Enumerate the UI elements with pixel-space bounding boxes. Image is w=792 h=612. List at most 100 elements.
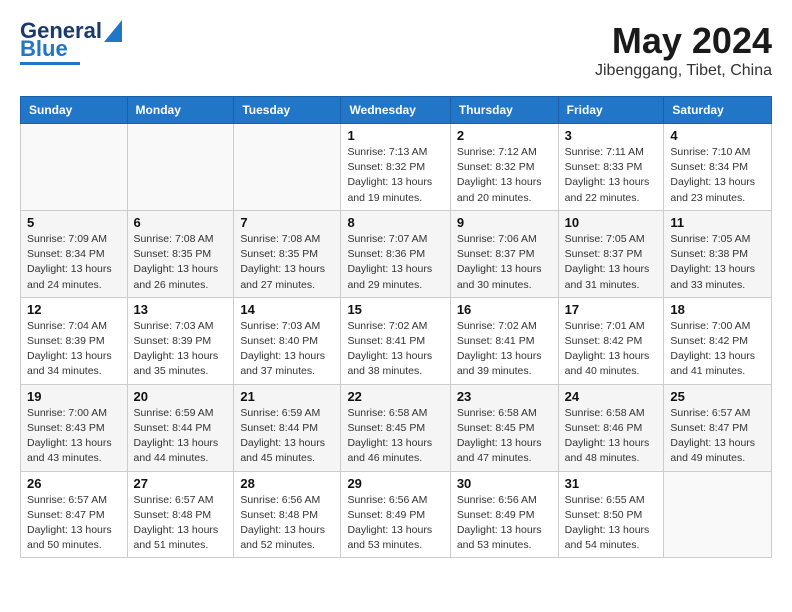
day-number: 26 <box>27 476 121 491</box>
day-number: 18 <box>670 302 765 317</box>
day-number: 25 <box>670 389 765 404</box>
calendar-cell: 9Sunrise: 7:06 AM Sunset: 8:37 PM Daylig… <box>450 210 558 297</box>
day-info: Sunrise: 7:11 AM Sunset: 8:33 PM Dayligh… <box>565 145 658 206</box>
calendar-cell: 18 Sunrise: 7:00 AM Sunset: 8:42 PM Dayli… <box>664 297 772 384</box>
calendar-cell: 11 Sunrise: 7:05 AM Sunset: 8:38 PM Dayli… <box>664 210 772 297</box>
calendar-cell: 25 Sunrise: 6:57 AM Sunset: 8:47 PM Dayli… <box>664 384 772 471</box>
day-info: Sunrise: 7:08 AM Sunset: 8:35 PM Dayligh… <box>240 232 334 293</box>
calendar-cell <box>664 471 772 558</box>
week-row-3: 12 Sunrise: 7:04 AM Sunset: 8:39 PM Dayli… <box>21 297 772 384</box>
day-info: Sunrise: 6:56 AM Sunset: 8:48 PM Dayligh… <box>240 493 334 554</box>
week-row-2: 5Sunrise: 7:09 AM Sunset: 8:34 PM Daylig… <box>21 210 772 297</box>
day-number: 12 <box>27 302 121 317</box>
calendar-cell <box>234 124 341 211</box>
day-number: 13 <box>134 302 228 317</box>
day-number: 16 <box>457 302 552 317</box>
day-number: 29 <box>347 476 443 491</box>
calendar-cell: 31Sunrise: 6:55 AM Sunset: 8:50 PM Dayli… <box>558 471 664 558</box>
day-number: 2 <box>457 128 552 143</box>
day-header-monday: Monday <box>127 97 234 124</box>
week-row-4: 19 Sunrise: 7:00 AM Sunset: 8:43 PM Dayli… <box>21 384 772 471</box>
calendar-cell: 5Sunrise: 7:09 AM Sunset: 8:34 PM Daylig… <box>21 210 128 297</box>
day-info: Sunrise: 7:09 AM Sunset: 8:34 PM Dayligh… <box>27 232 121 293</box>
day-number: 20 <box>134 389 228 404</box>
day-info: Sunrise: 6:58 AM Sunset: 8:45 PM Dayligh… <box>457 406 552 467</box>
day-header-saturday: Saturday <box>664 97 772 124</box>
day-info: Sunrise: 6:57 AM Sunset: 8:47 PM Dayligh… <box>670 406 765 467</box>
day-info: Sunrise: 6:59 AM Sunset: 8:44 PM Dayligh… <box>240 406 334 467</box>
day-number: 1 <box>347 128 443 143</box>
calendar-cell: 16 Sunrise: 7:02 AM Sunset: 8:41 PM Dayli… <box>450 297 558 384</box>
day-number: 10 <box>565 215 658 230</box>
calendar-cell: 30 Sunrise: 6:56 AM Sunset: 8:49 PM Dayli… <box>450 471 558 558</box>
calendar-cell: 8Sunrise: 7:07 AM Sunset: 8:36 PM Daylig… <box>341 210 450 297</box>
week-row-5: 26 Sunrise: 6:57 AM Sunset: 8:47 PM Dayli… <box>21 471 772 558</box>
day-info: Sunrise: 6:57 AM Sunset: 8:47 PM Dayligh… <box>27 493 121 554</box>
day-info: Sunrise: 6:58 AM Sunset: 8:45 PM Dayligh… <box>347 406 443 467</box>
calendar-cell: 13Sunrise: 7:03 AM Sunset: 8:39 PM Dayli… <box>127 297 234 384</box>
day-number: 27 <box>134 476 228 491</box>
logo-underline <box>20 62 80 65</box>
day-info: Sunrise: 7:12 AM Sunset: 8:32 PM Dayligh… <box>457 145 552 206</box>
calendar-cell: 22 Sunrise: 6:58 AM Sunset: 8:45 PM Dayli… <box>341 384 450 471</box>
day-number: 30 <box>457 476 552 491</box>
header: General Blue May 2024 Jibenggang, Tibet,… <box>20 20 772 80</box>
day-header-wednesday: Wednesday <box>341 97 450 124</box>
day-number: 15 <box>347 302 443 317</box>
day-info: Sunrise: 7:00 AM Sunset: 8:43 PM Dayligh… <box>27 406 121 467</box>
calendar-cell: 3 Sunrise: 7:11 AM Sunset: 8:33 PM Daylig… <box>558 124 664 211</box>
month-title: May 2024 <box>595 20 772 62</box>
day-info: Sunrise: 7:04 AM Sunset: 8:39 PM Dayligh… <box>27 319 121 380</box>
day-headers-row: SundayMondayTuesdayWednesdayThursdayFrid… <box>21 97 772 124</box>
day-number: 4 <box>670 128 765 143</box>
day-info: Sunrise: 7:06 AM Sunset: 8:37 PM Dayligh… <box>457 232 552 293</box>
calendar-cell: 1 Sunrise: 7:13 AM Sunset: 8:32 PM Daylig… <box>341 124 450 211</box>
day-info: Sunrise: 7:13 AM Sunset: 8:32 PM Dayligh… <box>347 145 443 206</box>
day-number: 23 <box>457 389 552 404</box>
calendar-cell: 26 Sunrise: 6:57 AM Sunset: 8:47 PM Dayli… <box>21 471 128 558</box>
calendar-cell: 10 Sunrise: 7:05 AM Sunset: 8:37 PM Dayli… <box>558 210 664 297</box>
day-number: 21 <box>240 389 334 404</box>
calendar-cell <box>21 124 128 211</box>
day-number: 14 <box>240 302 334 317</box>
day-header-friday: Friday <box>558 97 664 124</box>
day-info: Sunrise: 6:56 AM Sunset: 8:49 PM Dayligh… <box>347 493 443 554</box>
calendar-cell: 28 Sunrise: 6:56 AM Sunset: 8:48 PM Dayli… <box>234 471 341 558</box>
day-info: Sunrise: 7:05 AM Sunset: 8:38 PM Dayligh… <box>670 232 765 293</box>
calendar-cell: 15 Sunrise: 7:02 AM Sunset: 8:41 PM Dayli… <box>341 297 450 384</box>
calendar-cell: 21 Sunrise: 6:59 AM Sunset: 8:44 PM Dayli… <box>234 384 341 471</box>
day-info: Sunrise: 6:57 AM Sunset: 8:48 PM Dayligh… <box>134 493 228 554</box>
calendar-cell: 7Sunrise: 7:08 AM Sunset: 8:35 PM Daylig… <box>234 210 341 297</box>
day-number: 19 <box>27 389 121 404</box>
calendar-cell: 29 Sunrise: 6:56 AM Sunset: 8:49 PM Dayli… <box>341 471 450 558</box>
day-number: 28 <box>240 476 334 491</box>
day-number: 6 <box>134 215 228 230</box>
calendar-cell: 12 Sunrise: 7:04 AM Sunset: 8:39 PM Dayli… <box>21 297 128 384</box>
day-number: 24 <box>565 389 658 404</box>
logo-triangle-icon <box>104 20 122 42</box>
calendar-cell: 14Sunrise: 7:03 AM Sunset: 8:40 PM Dayli… <box>234 297 341 384</box>
location-title: Jibenggang, Tibet, China <box>595 62 772 80</box>
day-info: Sunrise: 7:02 AM Sunset: 8:41 PM Dayligh… <box>347 319 443 380</box>
day-info: Sunrise: 6:55 AM Sunset: 8:50 PM Dayligh… <box>565 493 658 554</box>
day-number: 3 <box>565 128 658 143</box>
day-info: Sunrise: 7:08 AM Sunset: 8:35 PM Dayligh… <box>134 232 228 293</box>
calendar-cell: 17Sunrise: 7:01 AM Sunset: 8:42 PM Dayli… <box>558 297 664 384</box>
calendar-cell: 2 Sunrise: 7:12 AM Sunset: 8:32 PM Daylig… <box>450 124 558 211</box>
day-header-thursday: Thursday <box>450 97 558 124</box>
logo-blue: Blue <box>20 38 68 60</box>
calendar-table: SundayMondayTuesdayWednesdayThursdayFrid… <box>20 96 772 558</box>
day-info: Sunrise: 6:59 AM Sunset: 8:44 PM Dayligh… <box>134 406 228 467</box>
day-info: Sunrise: 7:00 AM Sunset: 8:42 PM Dayligh… <box>670 319 765 380</box>
logo: General Blue <box>20 20 122 65</box>
calendar-cell: 23 Sunrise: 6:58 AM Sunset: 8:45 PM Dayli… <box>450 384 558 471</box>
calendar-cell <box>127 124 234 211</box>
day-number: 22 <box>347 389 443 404</box>
day-number: 11 <box>670 215 765 230</box>
day-number: 8 <box>347 215 443 230</box>
day-info: Sunrise: 7:02 AM Sunset: 8:41 PM Dayligh… <box>457 319 552 380</box>
day-info: Sunrise: 6:56 AM Sunset: 8:49 PM Dayligh… <box>457 493 552 554</box>
day-number: 17 <box>565 302 658 317</box>
day-header-sunday: Sunday <box>21 97 128 124</box>
day-info: Sunrise: 7:05 AM Sunset: 8:37 PM Dayligh… <box>565 232 658 293</box>
